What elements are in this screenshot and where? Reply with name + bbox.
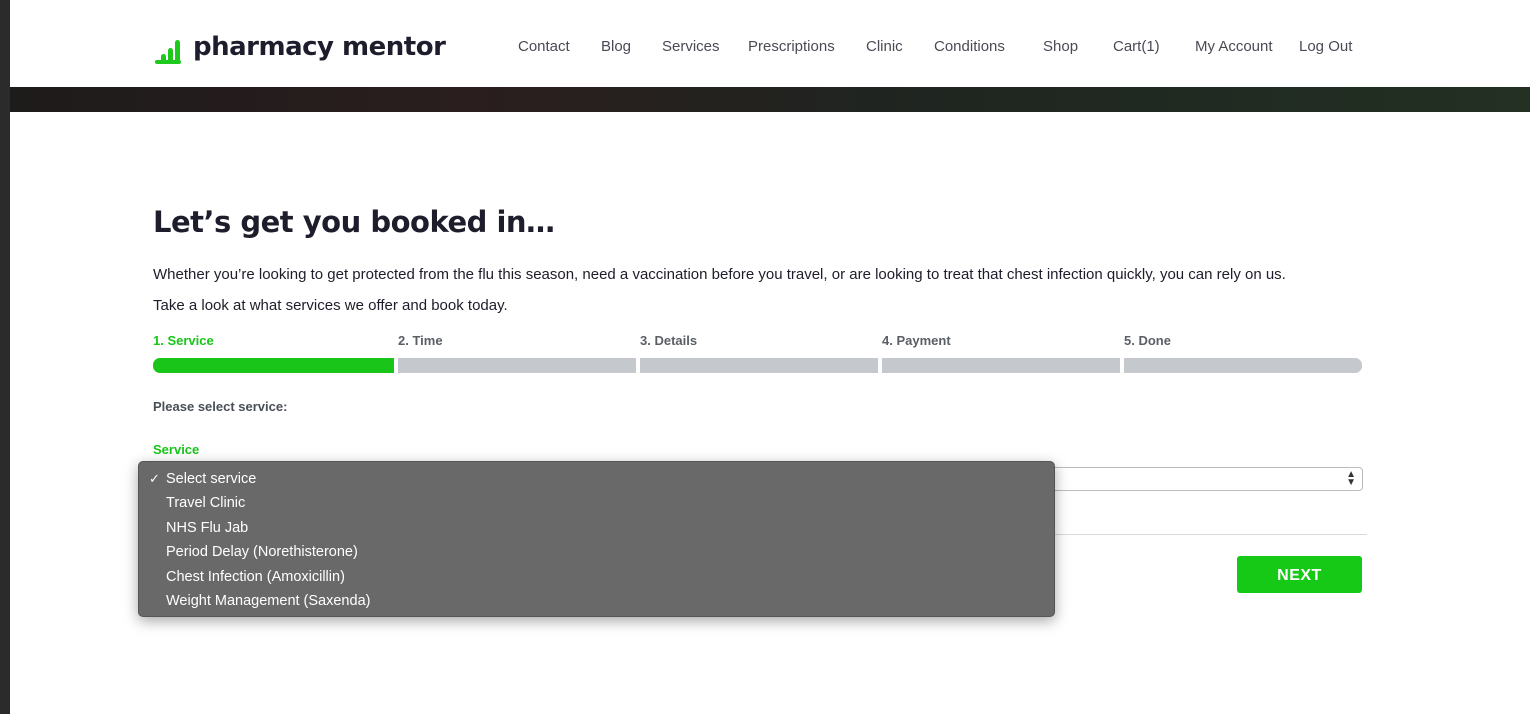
booking-progress: 1. Service 2. Time 3. Details 4. Payment… xyxy=(153,333,1363,377)
step-payment-bar xyxy=(882,358,1120,373)
nav-log-out[interactable]: Log Out xyxy=(1299,38,1352,55)
step-done-bar xyxy=(1124,358,1362,373)
dropdown-option-select-service[interactable]: ✓ Select service xyxy=(139,467,1054,491)
dropdown-option-chest-infection[interactable]: Chest Infection (Amoxicillin) xyxy=(139,565,1054,589)
step-details-label: 3. Details xyxy=(640,333,698,348)
checkmark-icon: ✓ xyxy=(149,471,160,486)
next-button[interactable]: NEXT xyxy=(1237,556,1362,593)
site-header: pharmacy mentor Contact Blog Services Pr… xyxy=(10,0,1530,87)
step-time-bar xyxy=(398,358,636,373)
nav-my-account[interactable]: My Account xyxy=(1195,38,1273,55)
nav-contact[interactable]: Contact xyxy=(518,38,570,55)
nav-cart[interactable]: Cart(1) xyxy=(1113,38,1160,55)
main-nav: Contact Blog Services Prescriptions Clin… xyxy=(10,38,1530,58)
step-payment-label: 4. Payment xyxy=(882,333,951,348)
dropdown-option-weight-management[interactable]: Weight Management (Saxenda) xyxy=(139,589,1054,613)
nav-clinic[interactable]: Clinic xyxy=(866,38,903,55)
dropdown-option-travel-clinic[interactable]: Travel Clinic xyxy=(139,491,1054,515)
dropdown-option-nhs-flu-jab[interactable]: NHS Flu Jab xyxy=(139,516,1054,540)
service-field-label: Service xyxy=(153,442,200,457)
intro-line-1: Whether you’re looking to get protected … xyxy=(153,266,1286,283)
window-edge xyxy=(0,0,10,714)
step-time-label: 2. Time xyxy=(398,333,443,348)
page-title: Let’s get you booked in… xyxy=(153,205,555,239)
nav-prescriptions[interactable]: Prescriptions xyxy=(748,38,835,55)
service-dropdown-menu: ✓ Select service Travel Clinic NHS Flu J… xyxy=(138,461,1055,617)
hero-banner-strip xyxy=(10,87,1530,112)
select-service-prompt: Please select service: xyxy=(153,399,288,414)
nav-conditions[interactable]: Conditions xyxy=(934,38,1005,55)
step-service-bar xyxy=(153,358,394,373)
select-arrows-icon: ▲ ▼ xyxy=(1346,469,1356,488)
step-details-bar xyxy=(640,358,878,373)
intro-text: Whether you’re looking to get protected … xyxy=(153,259,1383,321)
step-done-label: 5. Done xyxy=(1124,333,1171,348)
nav-shop[interactable]: Shop xyxy=(1043,38,1078,55)
nav-blog[interactable]: Blog xyxy=(601,38,631,55)
intro-line-2: Take a look at what services we offer an… xyxy=(153,297,508,314)
nav-services[interactable]: Services xyxy=(662,38,720,55)
dropdown-option-period-delay[interactable]: Period Delay (Norethisterone) xyxy=(139,540,1054,564)
step-service-label: 1. Service xyxy=(153,333,214,348)
